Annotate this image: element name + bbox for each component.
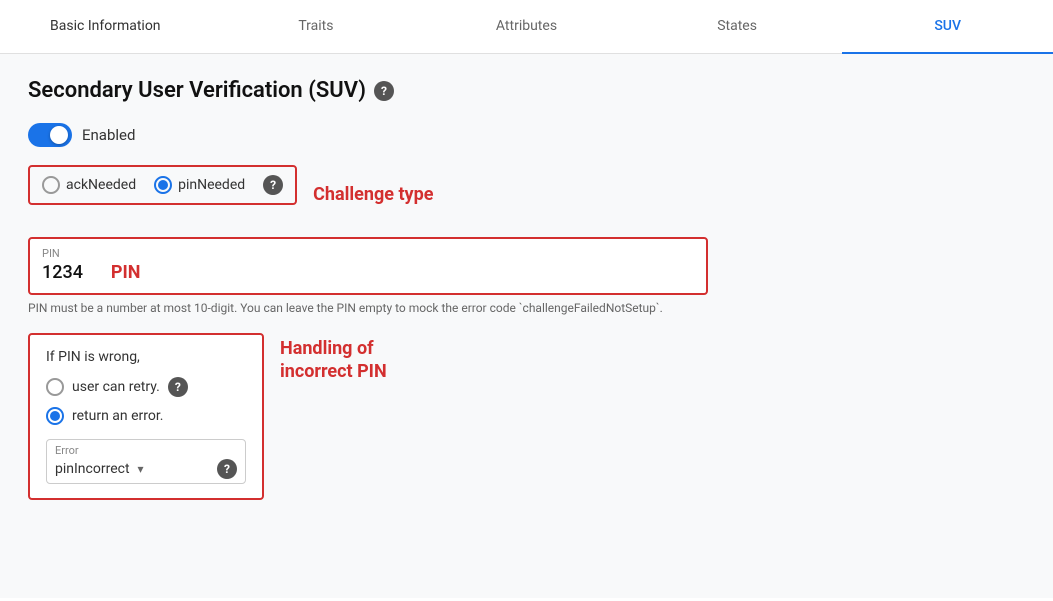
challenge-type-box: ackNeeded pinNeeded ? <box>28 165 297 205</box>
tab-attributes[interactable]: Attributes <box>421 0 632 54</box>
error-select-value: pinIncorrect <box>55 461 130 477</box>
title-help-icon[interactable]: ? <box>374 81 394 101</box>
retry-option-row: user can retry. ? <box>46 377 246 397</box>
pin-hint: PIN must be a number at most 10-digit. Y… <box>28 301 708 315</box>
page-title-text: Secondary User Verification (SUV) <box>28 78 366 103</box>
handling-row: If PIN is wrong, user can retry. ? retur… <box>28 333 1025 500</box>
challenge-type-label: Challenge type <box>313 184 433 205</box>
main-content: Secondary User Verification (SUV) ? Enab… <box>0 54 1053 598</box>
tab-traits[interactable]: Traits <box>211 0 422 54</box>
incorrect-pin-box: If PIN is wrong, user can retry. ? retur… <box>28 333 264 500</box>
chevron-down-icon: ▾ <box>138 462 144 476</box>
pin-value-row: 1234 PIN <box>42 262 694 283</box>
radio-pinneeded-label: pinNeeded <box>178 177 245 193</box>
radio-pinneeded[interactable]: pinNeeded <box>154 176 245 194</box>
tab-basic-information[interactable]: Basic Information <box>0 0 211 54</box>
pin-value[interactable]: 1234 <box>42 262 83 283</box>
radio-ackneeded-circle <box>42 176 60 194</box>
pin-input-wrapper: PIN 1234 PIN <box>28 237 708 295</box>
error-help-icon[interactable]: ? <box>217 459 237 479</box>
if-wrong-text: If PIN is wrong, <box>46 349 246 365</box>
retry-label: user can retry. <box>72 379 160 395</box>
pin-red-label: PIN <box>111 262 141 283</box>
page-title: Secondary User Verification (SUV) ? <box>28 78 1025 103</box>
radio-ackneeded-label: ackNeeded <box>66 177 136 193</box>
error-select-box: Error pinIncorrect ▾ ? <box>46 439 246 484</box>
error-select-inner: pinIncorrect ▾ ? <box>55 459 237 479</box>
radio-retry-circle[interactable] <box>46 378 64 396</box>
challenge-type-help-icon[interactable]: ? <box>263 175 283 195</box>
radio-ackneeded[interactable]: ackNeeded <box>42 176 136 194</box>
radio-error-circle[interactable] <box>46 407 64 425</box>
challenge-type-row: ackNeeded pinNeeded ? Challenge type <box>28 165 1025 223</box>
tab-states[interactable]: States <box>632 0 843 54</box>
error-field-label: Error <box>55 444 237 457</box>
return-error-row: return an error. <box>46 407 246 425</box>
handling-label: Handling ofincorrect PIN <box>280 337 387 384</box>
enabled-toggle-row: Enabled <box>28 123 1025 147</box>
enabled-label: Enabled <box>82 126 135 144</box>
pin-field-label: PIN <box>42 247 694 260</box>
retry-help-icon[interactable]: ? <box>168 377 188 397</box>
error-select-wrapper[interactable]: pinIncorrect ▾ <box>55 461 144 477</box>
return-error-label: return an error. <box>72 408 163 424</box>
tab-suv[interactable]: SUV <box>842 0 1053 54</box>
enabled-toggle[interactable] <box>28 123 72 147</box>
radio-pinneeded-circle <box>154 176 172 194</box>
tab-bar: Basic Information Traits Attributes Stat… <box>0 0 1053 54</box>
